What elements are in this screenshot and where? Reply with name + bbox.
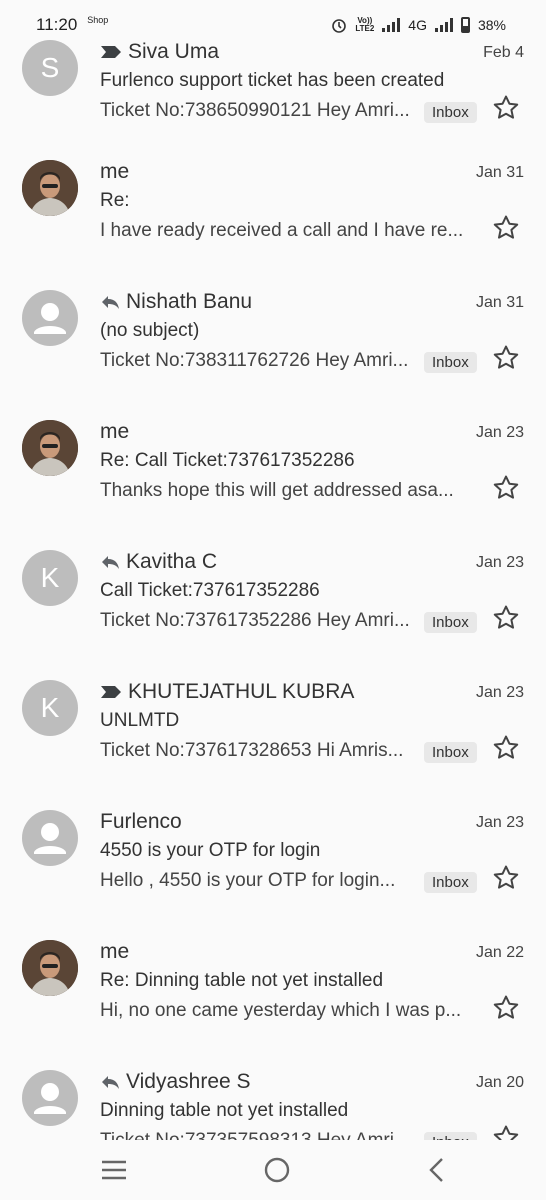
sender-line: Furlenco <box>100 810 182 834</box>
email-snippet: Thanks hope this will get addressed asa.… <box>100 480 454 501</box>
sender-name: Furlenco <box>100 810 182 833</box>
inbox-label-badge: Inbox <box>424 102 477 123</box>
email-subject: 4550 is your OTP for login <box>100 840 321 861</box>
email-snippet: Hello , 4550 is your OTP for login... <box>100 870 396 891</box>
email-subject: Call Ticket:737617352286 <box>100 580 320 601</box>
email-date: Jan 23 <box>475 684 524 701</box>
avatar[interactable] <box>22 940 78 996</box>
email-date: Jan 22 <box>475 944 524 961</box>
inbox-label-badge: Inbox <box>424 352 477 373</box>
email-subject: Re: <box>100 190 130 211</box>
sender-line: KHUTEJATHUL KUBRA <box>100 680 354 704</box>
alarm-icon <box>332 19 347 33</box>
sender-name: me <box>100 160 130 183</box>
sender-name: KHUTEJATHUL KUBRA <box>128 680 355 703</box>
battery-percentage: 38% <box>477 17 506 33</box>
email-date: Jan 31 <box>475 164 524 181</box>
person-icon <box>34 823 66 854</box>
sender-line: Kavitha C <box>100 550 217 574</box>
signal-icon <box>382 18 401 32</box>
sender-name: Kavitha C <box>126 550 218 573</box>
network-type: 4G <box>408 17 427 33</box>
email-date: Jan 23 <box>475 814 524 831</box>
sender-name: Vidyashree S <box>126 1070 251 1093</box>
profile-photo <box>22 160 78 216</box>
email-date: Jan 31 <box>475 294 524 311</box>
sender-line: me <box>100 420 129 444</box>
email-row[interactable]: K KHUTEJATHUL KUBRA Jan 23 UNLMTD Ticket No:… <box>0 680 546 810</box>
sender-line: Nishath Banu <box>100 290 252 314</box>
email-snippet: Ticket No:738311762726 Hey Amri... <box>100 350 409 371</box>
email-date: Jan 23 <box>475 554 524 571</box>
email-subject: Re: Dinning table not yet installed <box>100 970 384 991</box>
star-icon[interactable] <box>492 864 520 892</box>
email-subject: Furlenco support ticket has been created <box>100 70 445 91</box>
email-subject: Re: Call Ticket:737617352286 <box>100 450 355 471</box>
star-icon[interactable] <box>492 474 520 502</box>
email-snippet: Ticket No:737617328653 Hi Amris... <box>100 740 404 761</box>
sender-name: me <box>100 940 130 963</box>
sender-line: me <box>100 940 129 964</box>
navigation-bar <box>0 1140 546 1200</box>
avatar[interactable] <box>22 420 78 476</box>
star-icon[interactable] <box>492 734 520 762</box>
email-snippet: Ticket No:738650990121 Hey Amri... <box>100 100 410 121</box>
home-icon[interactable] <box>263 1156 291 1184</box>
avatar[interactable]: K <box>22 680 78 736</box>
avatar-letter: S <box>40 52 60 83</box>
sender-line: me <box>100 160 129 184</box>
star-icon[interactable] <box>492 214 520 242</box>
sender-name: me <box>100 420 130 443</box>
email-row[interactable]: Furlenco Jan 23 4550 is your OTP for login… <box>0 810 546 940</box>
status-bar: 11:20 Shop Vo)) LTE2 4G 38% <box>0 0 546 50</box>
inbox-label-badge: Inbox <box>424 612 477 633</box>
recent-apps-icon[interactable] <box>100 1158 128 1182</box>
email-row[interactable]: me Jan 23 Re: Call Ticket:737617352286 Than… <box>0 420 546 550</box>
person-icon <box>34 303 66 334</box>
reply-icon <box>102 1076 119 1089</box>
email-snippet: Ticket No:737617352286 Hey Amri... <box>100 610 410 631</box>
email-snippet: I have ready received a call and I have … <box>100 220 464 241</box>
reply-icon <box>102 556 119 569</box>
email-row[interactable]: Nishath Banu Jan 31 (no subject) Ticket No:… <box>0 290 546 420</box>
sender-name: Nishath Banu <box>126 290 253 313</box>
star-icon[interactable] <box>492 94 520 122</box>
back-icon[interactable] <box>426 1156 446 1184</box>
reply-icon <box>102 296 119 309</box>
email-snippet: Hi, no one came yesterday which I was p.… <box>100 1000 462 1021</box>
clock: 11:20 <box>36 15 78 34</box>
avatar[interactable] <box>22 160 78 216</box>
important-marker-icon <box>101 686 121 698</box>
avatar[interactable] <box>22 290 78 346</box>
profile-photo <box>22 940 78 996</box>
email-row[interactable]: K Kavitha C Jan 23 Call Ticket:737617352286… <box>0 550 546 680</box>
avatar-letter: K <box>40 692 60 723</box>
star-icon[interactable] <box>492 344 520 372</box>
email-date: Jan 20 <box>475 1074 524 1091</box>
avatar[interactable]: K <box>22 550 78 606</box>
battery-icon <box>460 17 470 33</box>
notification-text: Shop <box>87 15 109 25</box>
email-row[interactable]: S Siva Uma Feb 4 Furlenco support ticket ha… <box>0 40 546 170</box>
signal-icon-2 <box>434 18 453 32</box>
person-icon <box>34 1083 66 1114</box>
email-subject: (no subject) <box>100 320 200 341</box>
email-date: Jan 23 <box>475 424 524 441</box>
profile-photo <box>22 420 78 476</box>
email-subject: UNLMTD <box>100 710 180 731</box>
email-row[interactable]: me Jan 22 Re: Dinning table not yet instal… <box>0 940 546 1070</box>
star-icon[interactable] <box>492 604 520 632</box>
avatar-letter: K <box>40 562 60 593</box>
avatar[interactable] <box>22 1070 78 1126</box>
volte-indicator: Vo)) LTE2 <box>355 16 375 33</box>
star-icon[interactable] <box>492 994 520 1022</box>
inbox-label-badge: Inbox <box>424 872 477 893</box>
inbox-label-badge: Inbox <box>424 742 477 763</box>
email-row[interactable]: me Jan 31 Re: I have ready received a call … <box>0 160 546 290</box>
avatar[interactable] <box>22 810 78 866</box>
email-subject: Dinning table not yet installed <box>100 1100 349 1121</box>
sender-line: Vidyashree S <box>100 1070 251 1094</box>
